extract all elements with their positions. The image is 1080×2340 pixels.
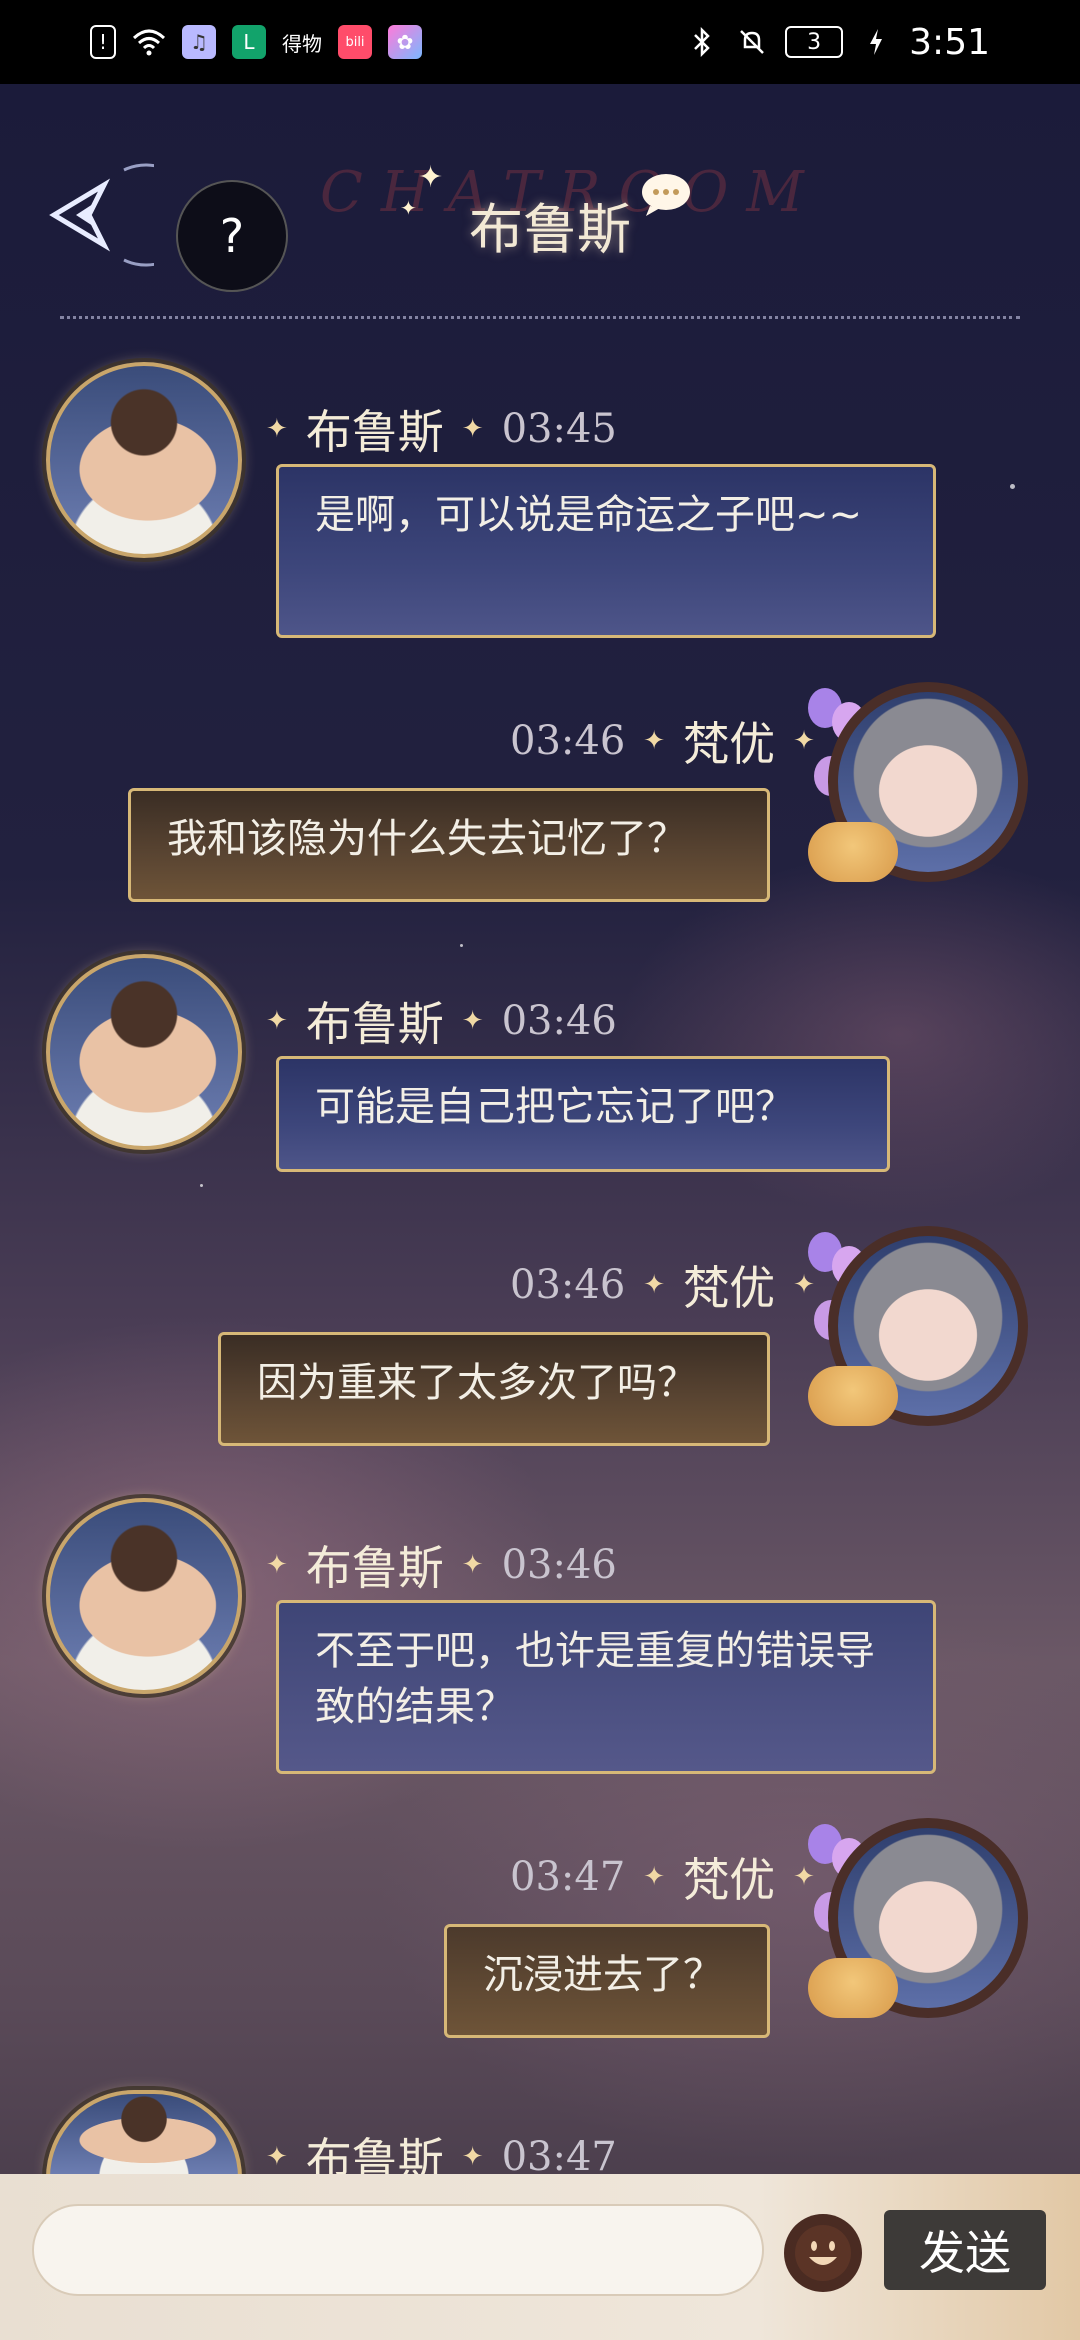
message-text: 因为重来了太多次了吗？ bbox=[257, 1360, 697, 1406]
status-bar-right: 3 3:51 bbox=[685, 22, 990, 63]
message-text: 不至于吧，也许是重复的错误导致的结果？ bbox=[315, 1628, 875, 1730]
message-time: 03:47 bbox=[510, 1854, 626, 1900]
message-header: 03:47 ✦ 梵优 ✦ bbox=[510, 1844, 815, 1910]
smiley-icon bbox=[795, 2225, 851, 2281]
diamond-icon: ✦ bbox=[461, 2142, 484, 2172]
message-text: 沉浸进去了？ bbox=[483, 1952, 723, 1998]
back-button[interactable] bbox=[24, 160, 198, 270]
pastry-icon bbox=[808, 1958, 898, 2018]
message-time: 03:46 bbox=[501, 1542, 617, 1588]
diamond-icon: ✦ bbox=[461, 414, 484, 444]
sender-name: 布鲁斯 bbox=[305, 1541, 444, 1595]
avatar-bruce[interactable] bbox=[46, 362, 242, 558]
message-input[interactable] bbox=[32, 2204, 764, 2296]
pastry-icon bbox=[808, 1366, 898, 1426]
message-bubble[interactable]: 我和该隐为什么失去记忆了？ bbox=[128, 788, 770, 902]
diamond-icon: ✦ bbox=[266, 2142, 288, 2172]
message-bubble[interactable]: 是啊，可以说是命运之子吧~~ bbox=[276, 464, 936, 638]
message-time: 03:45 bbox=[501, 406, 617, 452]
message-text: 可能是自己把它忘记了吧？ bbox=[315, 1084, 795, 1130]
diamond-icon: ✦ bbox=[643, 1270, 666, 1300]
status-bar-left: ! ♫ L 得物 bili ✿ bbox=[90, 25, 422, 59]
message-header: ✦ 布鲁斯 ✦ 03:46 bbox=[266, 1532, 617, 1598]
sender-name: 布鲁斯 bbox=[305, 997, 444, 1051]
status-bar: ! ♫ L 得物 bili ✿ 3 3:51 bbox=[0, 0, 1080, 84]
sender-name: 布鲁斯 bbox=[305, 405, 444, 459]
bilibili-app-icon: bili bbox=[338, 25, 372, 59]
message-header: 03:46 ✦ 梵优 ✦ bbox=[510, 708, 815, 774]
colorful-app-icon: ✿ bbox=[388, 25, 422, 59]
bluetooth-icon bbox=[685, 25, 719, 59]
sender-name: 梵优 bbox=[683, 1853, 776, 1907]
message-text: 我和该隐为什么失去记忆了？ bbox=[167, 816, 687, 862]
avatar-fanyou[interactable] bbox=[808, 1808, 1038, 2038]
diamond-icon: ✦ bbox=[461, 1550, 484, 1580]
sparkle-icon: ✦ bbox=[400, 196, 417, 220]
sender-name: 梵优 bbox=[683, 1261, 776, 1315]
message-time: 03:46 bbox=[510, 718, 626, 764]
message-text: 是啊，可以说是命运之子吧~~ bbox=[315, 492, 863, 538]
diamond-icon: ✦ bbox=[643, 1862, 666, 1892]
page-title: 布鲁斯 bbox=[469, 198, 631, 261]
message-header: ✦ 布鲁斯 ✦ 03:46 bbox=[266, 988, 617, 1054]
diamond-icon: ✦ bbox=[266, 414, 288, 444]
message-header: 03:46 ✦ 梵优 ✦ bbox=[510, 1252, 815, 1318]
diamond-icon: ✦ bbox=[266, 1006, 288, 1036]
message-bubble[interactable]: 沉浸进去了？ bbox=[444, 1924, 770, 2038]
pastry-icon bbox=[808, 822, 898, 882]
green-app-icon: L bbox=[232, 25, 266, 59]
message-bubble[interactable]: 可能是自己把它忘记了吧？ bbox=[276, 1056, 890, 1172]
alert-app-icon: ! bbox=[90, 25, 116, 59]
avatar-fanyou[interactable] bbox=[808, 1216, 1038, 1446]
avatar-fanyou[interactable] bbox=[808, 672, 1038, 902]
mute-bell-icon bbox=[735, 25, 769, 59]
deyi-app-icon: 得物 bbox=[282, 31, 322, 56]
message-header: ✦ 布鲁斯 ✦ 03:45 bbox=[266, 396, 617, 462]
emoji-button[interactable] bbox=[784, 2214, 862, 2292]
send-button[interactable]: 发送 bbox=[884, 2210, 1046, 2290]
diamond-icon: ✦ bbox=[266, 1550, 288, 1580]
avatar-bruce[interactable] bbox=[46, 1498, 242, 1694]
wifi-icon bbox=[132, 25, 166, 59]
status-time: 3:51 bbox=[909, 21, 990, 63]
message-bubble[interactable]: 不至于吧，也许是重复的错误导致的结果？ bbox=[276, 1600, 936, 1774]
help-button[interactable]: ? bbox=[176, 180, 288, 292]
message-time: 03:46 bbox=[501, 998, 617, 1044]
message-time: 03:46 bbox=[510, 1262, 626, 1308]
diamond-icon: ✦ bbox=[643, 726, 666, 756]
message-bubble[interactable]: 因为重来了太多次了吗？ bbox=[218, 1332, 770, 1446]
sender-name: 梵优 bbox=[683, 717, 776, 771]
charging-icon bbox=[859, 25, 893, 59]
composer-bar: 发送 bbox=[0, 2174, 1080, 2340]
avatar-bruce[interactable] bbox=[46, 954, 242, 1150]
diamond-icon: ✦ bbox=[461, 1006, 484, 1036]
music-app-icon: ♫ bbox=[182, 25, 216, 59]
header-divider bbox=[60, 316, 1020, 319]
chat-bubble-icon bbox=[640, 172, 692, 216]
battery-indicator: 3 bbox=[785, 26, 844, 58]
